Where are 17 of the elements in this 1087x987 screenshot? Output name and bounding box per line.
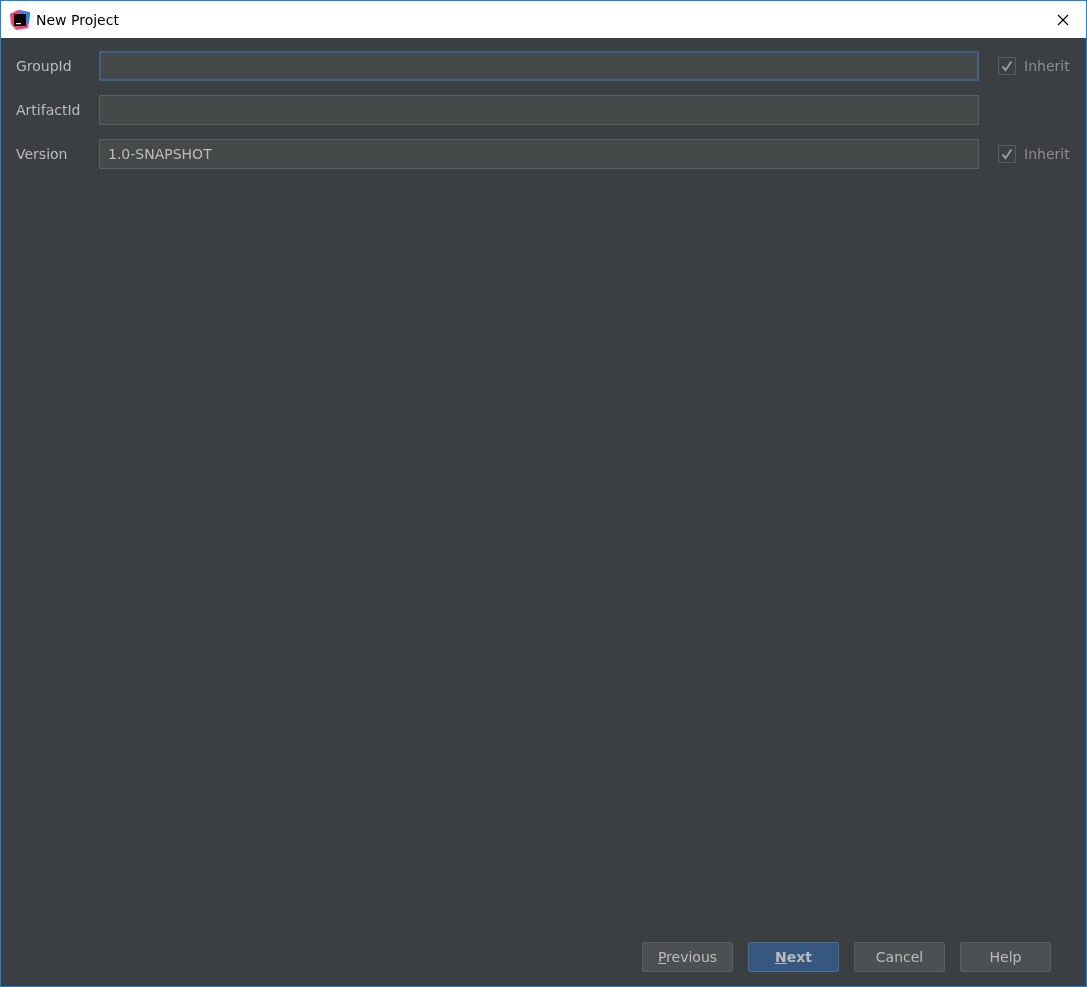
checkbox-label: Inherit bbox=[1024, 146, 1070, 162]
field-label: Version bbox=[16, 146, 69, 162]
checkmark-icon bbox=[1001, 148, 1013, 160]
checkbox-label: Inherit bbox=[1024, 58, 1070, 74]
text-field[interactable] bbox=[99, 95, 979, 125]
text-field[interactable] bbox=[99, 51, 979, 81]
field-label: ArtifactId bbox=[16, 102, 82, 118]
dialog-button[interactable]: Cancel bbox=[854, 942, 945, 972]
dialog-button[interactable]: Help bbox=[960, 942, 1051, 972]
app-logo-icon bbox=[10, 9, 30, 30]
field-label: GroupId bbox=[16, 58, 73, 74]
dialog-button[interactable]: Next bbox=[748, 942, 839, 972]
checkmark-icon bbox=[1001, 60, 1013, 72]
dialog-button[interactable]: Previous bbox=[642, 942, 733, 972]
text-field[interactable]: 1.0-SNAPSHOT bbox=[99, 139, 979, 169]
close-icon bbox=[1057, 13, 1069, 26]
window-title: New Project bbox=[36, 11, 119, 28]
